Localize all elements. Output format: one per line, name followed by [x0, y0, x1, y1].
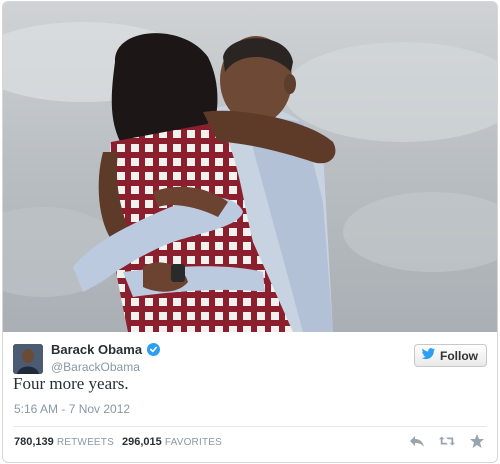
author-name-row[interactable]: Barack Obama: [51, 342, 161, 357]
tweet-actions: [409, 433, 485, 449]
tweet-text: Four more years.: [13, 374, 129, 393]
tweet-stats: 780,139 RETWEETS 296,015 FAVORITES: [14, 436, 222, 448]
verified-badge-icon: [147, 343, 161, 356]
divider: [13, 426, 487, 427]
embrace-photo-image: [3, 2, 497, 332]
favorites-stat[interactable]: 296,015 FAVORITES: [122, 436, 222, 448]
author-display-name[interactable]: Barack Obama: [51, 342, 142, 357]
retweets-stat[interactable]: 780,139 RETWEETS: [14, 436, 114, 448]
retweet-icon[interactable]: [439, 433, 455, 449]
favorites-count: 296,015: [122, 436, 162, 448]
reply-icon[interactable]: [409, 433, 425, 449]
favorites-label: FAVORITES: [164, 437, 223, 448]
tweet-photo[interactable]: [3, 2, 497, 332]
avatar-image: [13, 344, 43, 374]
author-handle[interactable]: @BarackObama: [51, 360, 140, 374]
follow-button[interactable]: Follow: [414, 344, 487, 367]
follow-label: Follow: [440, 348, 478, 363]
favorite-star-icon[interactable]: [469, 433, 485, 449]
retweets-count: 780,139: [14, 436, 54, 448]
tweet-card: Barack Obama @BarackObama Follow Four mo…: [2, 1, 498, 463]
avatar[interactable]: [13, 344, 43, 374]
tweet-timestamp[interactable]: 5:16 AM - 7 Nov 2012: [14, 402, 130, 416]
retweets-label: RETWEETS: [56, 437, 114, 448]
twitter-bird-icon: [421, 348, 436, 363]
